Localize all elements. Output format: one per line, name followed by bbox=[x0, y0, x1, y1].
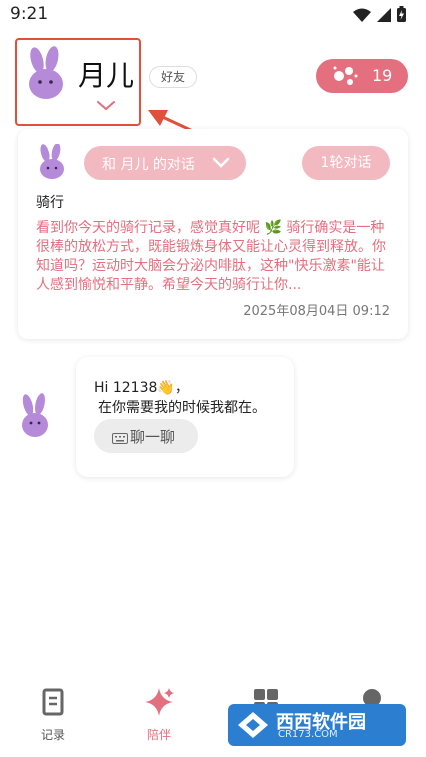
status-icons bbox=[353, 6, 406, 26]
friend-tag: 好友 bbox=[149, 66, 197, 88]
chevron-down-icon bbox=[212, 157, 230, 173]
greeting-card: Hi 12138👋， 在你需要我的时候我都在。 聊一聊 bbox=[76, 357, 294, 477]
chat-button[interactable]: 聊一聊 bbox=[94, 419, 198, 453]
conversation-card[interactable]: 和 月儿 的对话 1轮对话 骑行 看到你今天的骑行记录，感觉真好呢 🌿 骑行确实… bbox=[18, 129, 408, 339]
points-button[interactable]: 19 bbox=[316, 59, 408, 93]
contact-name: 月儿 bbox=[78, 59, 135, 92]
bunny-avatar-icon bbox=[36, 143, 68, 180]
greeting-title: Hi 12138👋， bbox=[94, 380, 189, 396]
nav-label-record: 记录 bbox=[40, 728, 65, 742]
screen: 9:21 月儿 好友 19 和 月儿 的对话 1轮对话 骑行 看到你今天的骑行记… bbox=[0, 0, 426, 757]
status-bar: 9:21 bbox=[0, 0, 426, 30]
status-time: 9:21 bbox=[10, 4, 49, 24]
nav-item-record[interactable]: 记录 bbox=[23, 686, 83, 746]
battery-icon bbox=[397, 6, 406, 26]
sparkle-cluster-icon bbox=[330, 64, 358, 92]
sparkle-icon bbox=[143, 688, 175, 724]
signal-icon bbox=[377, 7, 391, 26]
watermark-logo: 西西软件园 CR173.COM bbox=[228, 704, 406, 746]
chevron-down-icon[interactable] bbox=[97, 96, 115, 115]
rounds-badge[interactable]: 1轮对话 bbox=[302, 146, 390, 180]
chat-button-label: 聊一聊 bbox=[130, 428, 176, 446]
nav-item-companion[interactable]: 陪伴 bbox=[129, 686, 189, 746]
wifi-icon bbox=[353, 7, 371, 26]
card-date: 2025年08月04日 09:12 bbox=[243, 304, 390, 319]
bunny-avatar-icon[interactable] bbox=[24, 46, 70, 102]
watermark-subtext: CR173.COM bbox=[278, 729, 338, 740]
greeting-text: 在你需要我的时候我都在。 bbox=[98, 400, 266, 416]
keyboard-icon bbox=[112, 430, 128, 448]
card-topic: 骑行 bbox=[36, 195, 64, 211]
record-icon bbox=[38, 688, 68, 722]
points-count: 19 bbox=[372, 66, 393, 85]
nav-label-companion: 陪伴 bbox=[146, 728, 171, 742]
card-message: 看到你今天的骑行记录，感觉真好呢 🌿 骑行确实是一种很棒的放松方式，既能锻炼身体… bbox=[36, 220, 386, 293]
conversation-selector-label: 和 月儿 的对话 bbox=[102, 157, 195, 173]
conversation-selector[interactable]: 和 月儿 的对话 bbox=[84, 146, 246, 180]
bunny-avatar-icon bbox=[18, 393, 52, 439]
